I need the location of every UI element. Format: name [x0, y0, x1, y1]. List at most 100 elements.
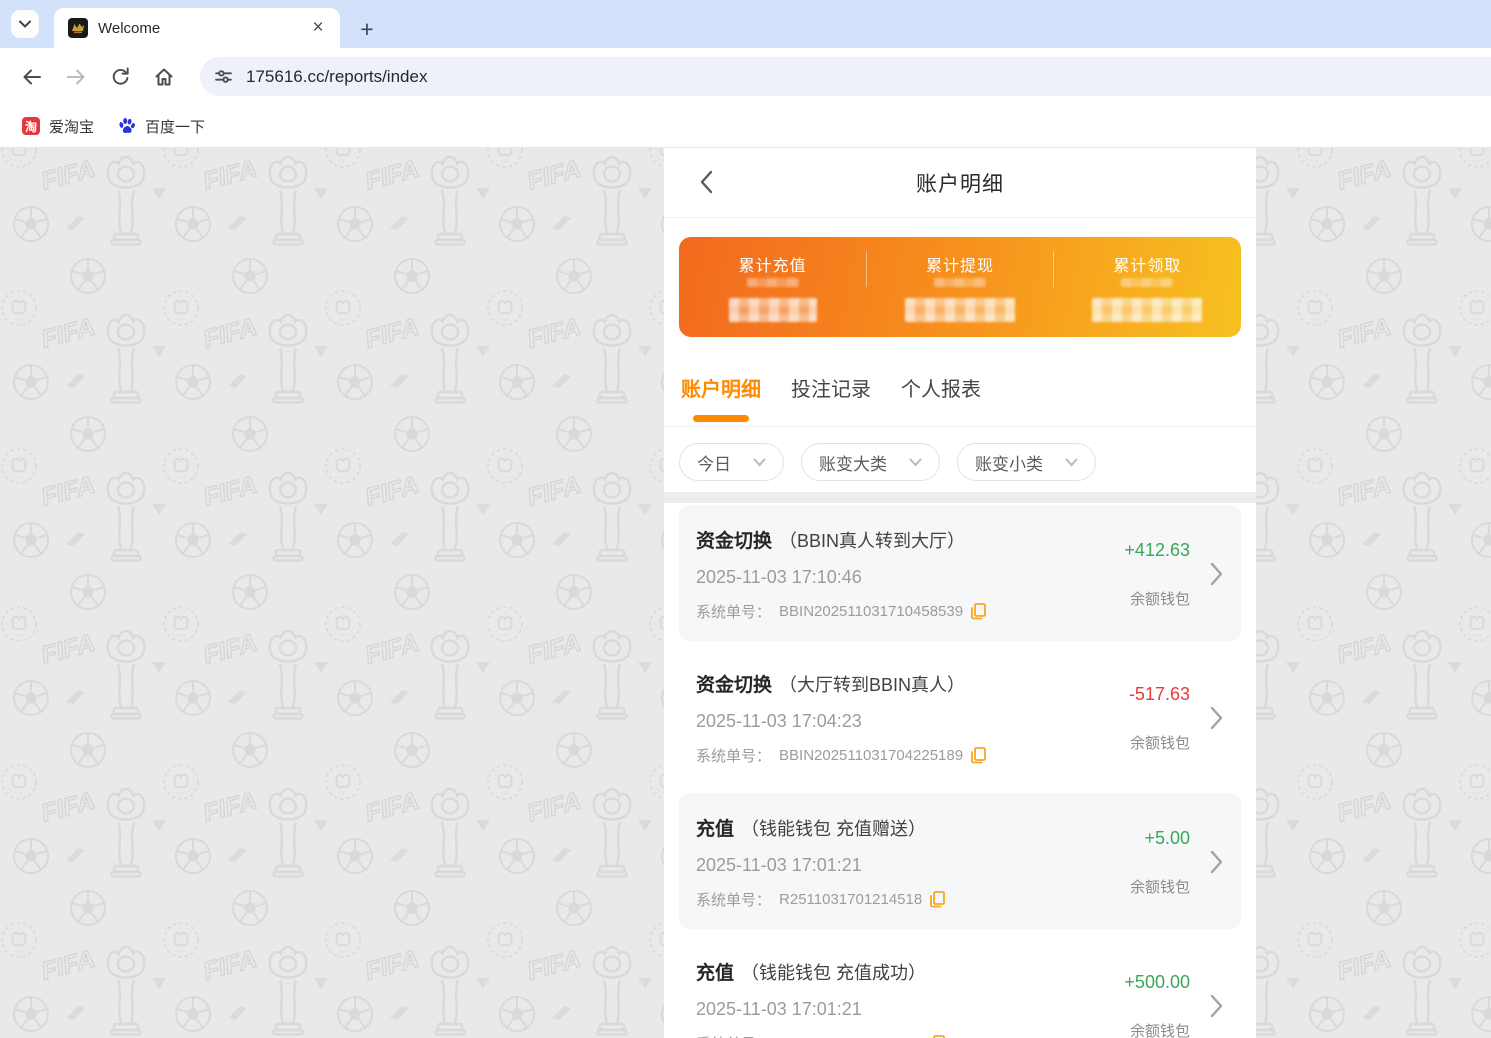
- wallet-name: 余额钱包: [1129, 590, 1190, 608]
- transaction-type: 充值 （钱能钱包 充值赠送）: [696, 819, 927, 840]
- browser-tab[interactable]: Welcome ×: [54, 8, 340, 48]
- bookmark-label: 百度一下: [145, 118, 206, 136]
- transaction-list: 资金切换 （BBIN真人转到大厅） 2025-11-03 17:10:46 系统单…: [664, 503, 1256, 1038]
- reload-icon: [112, 67, 129, 85]
- transaction-type: 充值 （钱能钱包 充值成功）: [696, 963, 927, 984]
- panel-header: 账户明细: [664, 148, 1256, 218]
- site-settings-icon[interactable]: [213, 66, 234, 87]
- transaction-amount: +412.63: [1124, 539, 1190, 560]
- chevron-right-icon: [1210, 562, 1222, 586]
- transaction-datetime: 2025-11-03 17:01:21: [696, 998, 862, 1019]
- reload-button[interactable]: [98, 57, 142, 97]
- redacted-value: [728, 298, 817, 322]
- bookmark-aitaobao[interactable]: 淘 爱淘宝: [10, 111, 106, 141]
- redacted-value: [1092, 298, 1203, 322]
- redacted-value: [933, 278, 986, 287]
- summary-total-claim: 累计领取: [1054, 237, 1241, 337]
- forward-button[interactable]: [54, 57, 98, 97]
- url-text[interactable]: 175616.cc/reports/index: [246, 67, 427, 87]
- transaction-detail: （钱能钱包 充值成功）: [741, 963, 927, 983]
- order-number: R2511031701214518: [779, 891, 923, 908]
- order-label: 系统单号：: [696, 892, 772, 909]
- copy-icon: [971, 747, 986, 764]
- bookmark-baidu[interactable]: 百度一下: [106, 111, 217, 141]
- order-number: BBIN202511031704225189: [779, 747, 964, 764]
- filter-major-type-dropdown[interactable]: 账变大类: [801, 443, 940, 481]
- tab-search-button[interactable]: [11, 10, 39, 38]
- transaction-amount: -517.63: [1128, 683, 1190, 704]
- chevron-down-icon: [1065, 458, 1078, 466]
- section-tabs: 账户明细 投注记录 个人报表: [664, 359, 1256, 427]
- transaction-detail: （大厅转到BBIN真人）: [779, 675, 966, 695]
- divider: [866, 251, 868, 287]
- site-favicon: [68, 18, 88, 38]
- transaction-datetime: 2025-11-03 17:10:46: [696, 566, 862, 587]
- tab-personal-report[interactable]: 个人报表: [901, 377, 981, 426]
- order-label: 系统单号：: [696, 604, 772, 621]
- chevron-right-icon: [1210, 994, 1222, 1018]
- summary-card: 累计充值 累计提现 累计领取: [679, 237, 1241, 337]
- transaction-detail: （BBIN真人转到大厅）: [779, 531, 966, 551]
- transaction-datetime: 2025-11-03 17:04:23: [696, 710, 862, 731]
- tab-bet-records[interactable]: 投注记录: [791, 377, 871, 426]
- browser-toolbar: 175616.cc/reports/index: [0, 48, 1491, 105]
- home-button[interactable]: [142, 57, 186, 97]
- tab-strip: Welcome × +: [0, 0, 1491, 48]
- summary-label: 累计领取: [1113, 258, 1182, 275]
- back-button[interactable]: [10, 57, 54, 97]
- divider: [664, 492, 1256, 503]
- summary-label: 累计充值: [738, 258, 807, 275]
- chevron-left-icon: [700, 170, 713, 193]
- filter-date-dropdown[interactable]: 今日: [679, 443, 784, 481]
- tab-close-button[interactable]: ×: [306, 16, 330, 40]
- transaction-detail: （钱能钱包 充值赠送）: [741, 819, 927, 839]
- summary-label: 累计提现: [925, 258, 994, 275]
- baidu-paw-icon: [119, 118, 135, 133]
- page-background: FIFA 账户明细 累计充值: [0, 148, 1491, 1038]
- account-panel: 账户明细 累计充值 累计提现 累计领取 账户明细 投注记录 个人报表 今日 账变…: [664, 148, 1256, 1038]
- chevron-down-icon: [19, 20, 31, 28]
- transaction-row[interactable]: 充值（钱能钱包 充值成功） 2025-11-03 17:01:21 系统单号： …: [679, 937, 1241, 1038]
- transaction-row[interactable]: 资金切换 （BBIN真人转到大厅） 2025-11-03 17:10:46 系统单…: [679, 505, 1241, 641]
- tab-title: Welcome: [98, 19, 161, 37]
- transaction-row[interactable]: 充值 （钱能钱包 充值赠送） 2025-11-03 17:01:21 系统单号： …: [679, 793, 1241, 929]
- forward-arrow-icon: [67, 69, 85, 84]
- bookmarks-bar: 淘 爱淘宝 百度一下: [0, 105, 1491, 148]
- back-chevron-button[interactable]: [692, 169, 720, 197]
- address-bar[interactable]: 175616.cc/reports/index: [200, 57, 1491, 96]
- wallet-name: 余额钱包: [1129, 1022, 1190, 1038]
- redacted-value: [746, 278, 799, 287]
- copy-icon: [930, 891, 946, 908]
- redacted-value: [904, 298, 1015, 322]
- order-label: 系统单号：: [696, 1033, 771, 1038]
- page-title: 账户明细: [916, 172, 1004, 196]
- copy-button[interactable]: [971, 603, 986, 620]
- copy-button[interactable]: [971, 747, 986, 764]
- transaction-amount: +500.00: [1124, 971, 1190, 992]
- bookmark-label: 爱淘宝: [49, 118, 95, 136]
- new-tab-button[interactable]: +: [352, 14, 382, 44]
- tab-account-detail[interactable]: 账户明细: [681, 377, 761, 426]
- chevron-down-icon: [909, 458, 922, 466]
- copy-button[interactable]: [930, 891, 946, 908]
- wallet-name: 余额钱包: [1129, 878, 1190, 896]
- summary-total-deposit: 累计充值: [679, 237, 866, 337]
- transaction-type: 资金切换 （大厅转到BBIN真人）: [696, 675, 966, 696]
- back-arrow-icon: [23, 69, 41, 84]
- taobao-icon: 淘: [22, 117, 40, 135]
- divider: [1053, 251, 1055, 287]
- filter-row: 今日 账变大类 账变小类: [664, 427, 1256, 492]
- filter-minor-type-dropdown[interactable]: 账变小类: [957, 443, 1096, 481]
- chevron-right-icon: [1210, 706, 1222, 730]
- copy-icon: [971, 603, 986, 620]
- transaction-datetime: 2025-11-03 17:01:21: [696, 854, 862, 875]
- chevron-down-icon: [753, 458, 766, 466]
- order-number: BBIN202511031710458539: [779, 603, 964, 620]
- home-icon: [155, 68, 173, 85]
- transaction-row[interactable]: 资金切换 （大厅转到BBIN真人） 2025-11-03 17:04:23 系统单…: [679, 649, 1241, 785]
- transaction-amount: +5.00: [1144, 827, 1190, 848]
- summary-total-withdraw: 累计提现: [866, 237, 1053, 337]
- redacted-value: [1121, 278, 1174, 287]
- chevron-right-icon: [1210, 850, 1222, 874]
- transaction-type: 资金切换 （BBIN真人转到大厅）: [696, 531, 966, 552]
